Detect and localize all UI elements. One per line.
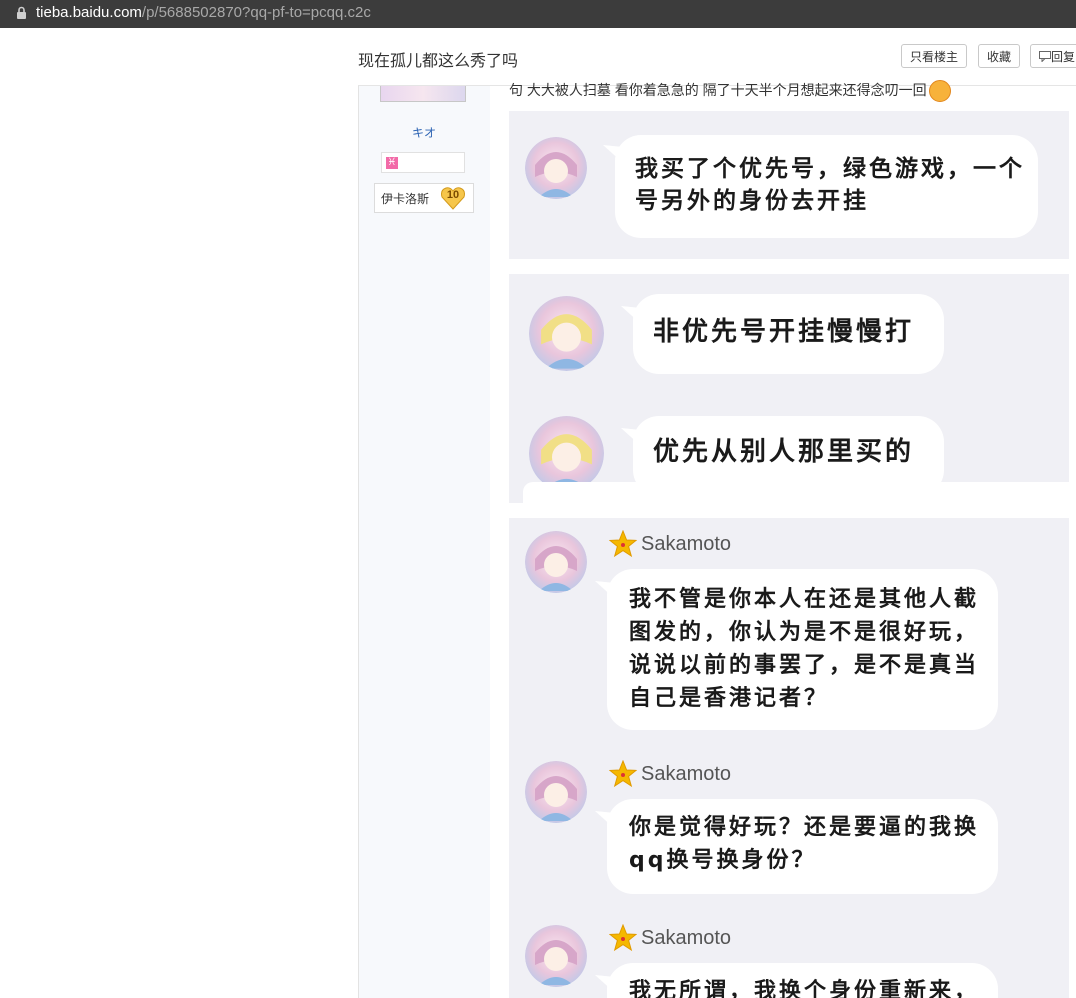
lock-icon	[17, 6, 26, 19]
forum-level-badge[interactable]: 伊卡洛斯 10	[374, 183, 474, 213]
only-op-button[interactable]: 只看楼主	[901, 44, 967, 68]
url-text[interactable]: tieba.baidu.com/p/5688502870?qq-pf-to=pc…	[36, 3, 371, 23]
author-username[interactable]: キオ	[358, 124, 490, 141]
chat-avatar	[525, 531, 587, 593]
url-host: tieba.baidu.com	[36, 4, 142, 21]
chat-screenshot-1: 我买了个优先号，绿色游戏，一个 号另外的身份去开挂	[509, 111, 1069, 259]
input-bar-fragment	[523, 482, 1069, 503]
reply-label: 回复	[1051, 50, 1076, 64]
chat-avatar	[525, 761, 587, 823]
zodiac-icon: ♓	[386, 157, 398, 169]
sender-name: Sakamoto	[641, 763, 732, 785]
author-sidebar	[358, 86, 490, 998]
level-number: 10	[446, 189, 460, 201]
chat-message: 优先从别人那里买的	[653, 437, 915, 467]
sender-name: Sakamoto	[641, 927, 732, 949]
post-text: 句 大大被人扫墓 看你着急急的 隔了十天半个月想起来还得念叨一回	[509, 80, 951, 103]
chat-avatar	[529, 416, 604, 491]
chat-message: 我无所谓，我换个身份重新来，	[629, 979, 980, 998]
chat-screenshot-3: Sakamoto 我不管是你本人在还是其他人截 图发的，你认为是不是很好玩， 说…	[509, 518, 1069, 998]
sender-name: Sakamoto	[641, 533, 732, 555]
chat-message: 你是觉得好玩？还是要逼的我换 qq换号换身份？	[629, 815, 980, 873]
chat-screenshot-2: 非优先号开挂慢慢打 优先从别人那里买的	[509, 274, 1069, 503]
chat-bubble: 我买了个优先号，绿色游戏，一个 号另外的身份去开挂	[603, 135, 1038, 238]
emoji-icon	[928, 80, 951, 103]
chat-avatar	[529, 296, 604, 371]
chat-avatar	[525, 137, 587, 199]
level-name: 伊卡洛斯	[381, 192, 430, 206]
favorite-button[interactable]: 收藏	[978, 44, 1020, 68]
chat-message: 我不管是你本人在还是其他人截 图发的，你认为是不是很好玩， 说说以前的事罢了，是…	[629, 587, 980, 711]
browser-address-bar[interactable]: tieba.baidu.com/p/5688502870?qq-pf-to=pc…	[0, 0, 1076, 28]
star-icon	[609, 924, 637, 952]
reply-icon	[1039, 51, 1051, 63]
star-icon	[609, 760, 637, 788]
chat-message: 我买了个优先号，绿色游戏，一个 号另外的身份去开挂	[635, 156, 1025, 214]
author-avatar[interactable]	[380, 86, 466, 102]
chat-bubble: 我无所谓，我换个身份重新来，	[595, 963, 998, 998]
chat-avatar	[525, 925, 587, 987]
chat-bubble: 你是觉得好玩？还是要逼的我换 qq换号换身份？	[595, 799, 998, 894]
url-path: /p/5688502870?qq-pf-to=pcqq.c2c	[141, 4, 371, 21]
reply-button[interactable]: 回复	[1030, 44, 1076, 68]
chat-message: 非优先号开挂慢慢打	[653, 317, 915, 347]
zodiac-badge: ♓	[381, 152, 465, 173]
chat-bubble: 我不管是你本人在还是其他人截 图发的，你认为是不是很好玩， 说说以前的事罢了，是…	[595, 569, 998, 730]
level-badge-icon: 10	[440, 186, 466, 210]
star-icon	[609, 530, 637, 558]
thread-title: 现在孤儿都这么秀了吗	[358, 53, 519, 70]
chat-bubble: 非优先号开挂慢慢打	[621, 294, 944, 374]
